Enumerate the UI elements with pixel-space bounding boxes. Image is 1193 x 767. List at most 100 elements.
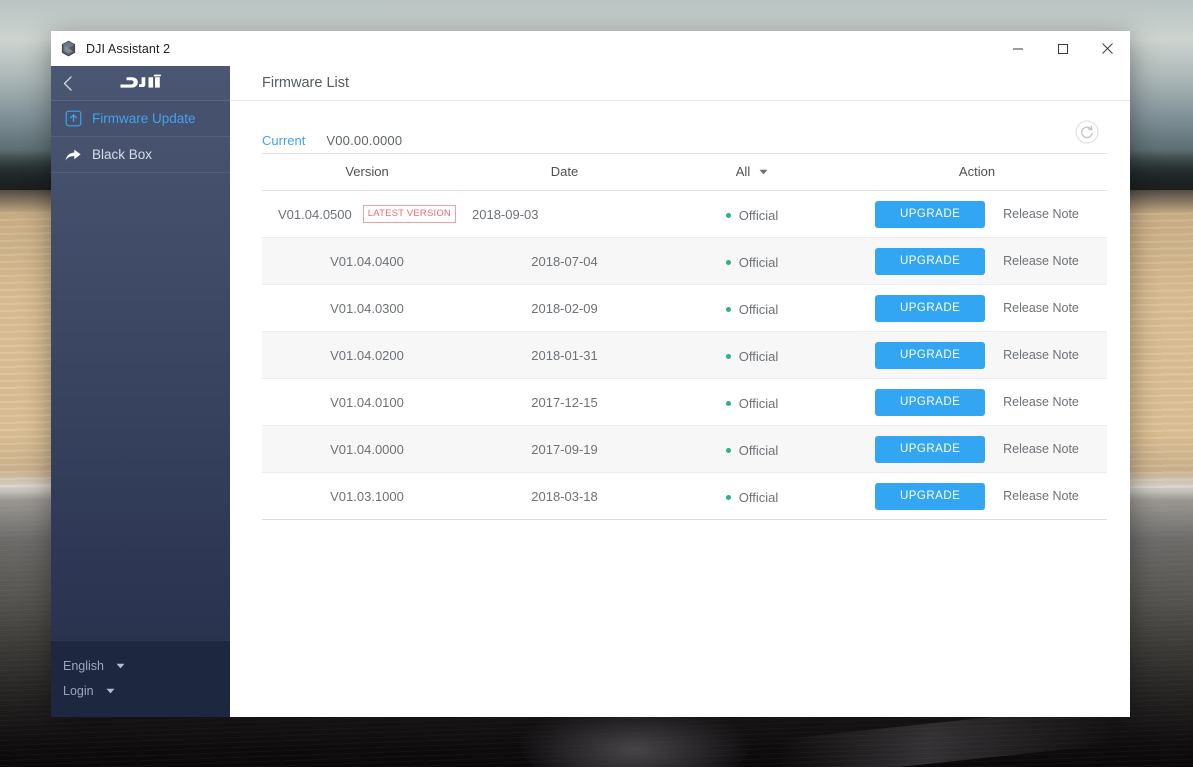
table-row: V01.04.01002017-12-15 Official UPGRADE Rele… xyxy=(262,379,1107,426)
latest-version-badge: LATEST VERSION xyxy=(363,205,456,223)
upgrade-button[interactable]: UPGRADE xyxy=(875,342,985,369)
cell-date: 2018-02-09 xyxy=(472,285,657,332)
dji-polyhedron-icon xyxy=(60,40,77,57)
release-note-link[interactable]: Release Note xyxy=(1003,301,1079,315)
status-text: Official xyxy=(739,443,779,458)
status-dot-icon xyxy=(726,260,731,265)
caret-down-icon xyxy=(116,663,125,669)
status-text: Official xyxy=(739,490,779,505)
cell-version: V01.04.0300 xyxy=(262,285,472,332)
cell-date: 2017-12-15 xyxy=(472,379,657,426)
maximize-icon xyxy=(1057,43,1069,55)
share-arrow-icon xyxy=(63,145,83,165)
column-header-version: Version xyxy=(262,154,472,191)
table-header-row: Version Date All xyxy=(262,154,1107,191)
current-version-value: V00.00.0000 xyxy=(326,133,402,148)
sidebar-footer: English Login xyxy=(51,640,230,717)
version-text: V01.04.0000 xyxy=(330,442,404,457)
back-button[interactable] xyxy=(51,66,85,101)
version-text: V01.04.0400 xyxy=(330,254,404,269)
cell-status: Official xyxy=(657,473,847,520)
release-note-link[interactable]: Release Note xyxy=(1003,489,1079,503)
upgrade-button[interactable]: UPGRADE xyxy=(875,389,985,416)
window-controls xyxy=(995,31,1130,66)
minimize-icon xyxy=(1012,43,1024,55)
current-version-row: Current V00.00.0000 xyxy=(262,101,1098,137)
page-title: Firmware List xyxy=(262,75,349,91)
cell-version: V01.04.0200 xyxy=(262,332,472,379)
current-label: Current xyxy=(262,133,305,148)
column-header-status-filter[interactable]: All xyxy=(657,154,847,191)
version-text: V01.04.0500 xyxy=(278,207,352,222)
release-note-link[interactable]: Release Note xyxy=(1003,442,1079,456)
chevron-left-icon xyxy=(62,75,75,92)
login-label: Login xyxy=(63,684,94,698)
table-header: Version Date All xyxy=(262,154,1107,191)
cell-version: V01.04.0100 xyxy=(262,379,472,426)
status-dot-icon xyxy=(726,354,731,359)
table-row: V01.04.0400 2018-07-04 Official UPGRADE Rele… xyxy=(262,238,1107,285)
status-filter-label: All xyxy=(736,164,750,179)
version-text: V01.04.0200 xyxy=(330,348,404,363)
cell-action: UPGRADE Release Note xyxy=(847,285,1107,332)
sidebar-item-label: Black Box xyxy=(92,147,152,162)
column-header-date: Date xyxy=(472,154,657,191)
upgrade-button[interactable]: UPGRADE xyxy=(875,248,985,275)
close-button[interactable] xyxy=(1085,31,1130,66)
sidebar-item-firmware-update[interactable]: Firmware Update xyxy=(51,101,230,137)
language-label: English xyxy=(63,659,104,673)
cell-action: UPGRADE Release Note xyxy=(847,379,1107,426)
caret-down-icon xyxy=(759,169,768,175)
status-dot-icon xyxy=(726,307,731,312)
cell-date: 2018-01-31 xyxy=(472,332,657,379)
cell-date: 2018-03-18 xyxy=(472,473,657,520)
sidebar-item-label: Firmware Update xyxy=(92,111,196,126)
cell-status: Official xyxy=(657,332,847,379)
page-title-bar: Firmware List xyxy=(230,66,1130,101)
table-row: V01.04.03002018-02-09OfficialUPGRADERele… xyxy=(262,285,1107,332)
release-note-link[interactable]: Release Note xyxy=(1003,207,1079,221)
upgrade-button[interactable]: UPGRADE xyxy=(875,295,985,322)
cell-version: V01.04.0400 xyxy=(262,238,472,285)
refresh-button[interactable] xyxy=(1074,119,1100,145)
refresh-icon xyxy=(1075,120,1099,144)
cell-status: Official xyxy=(657,238,847,285)
cell-date: 2018-07-04 xyxy=(472,238,657,285)
column-header-action: Action xyxy=(847,154,1107,191)
sidebar-header xyxy=(51,66,230,101)
cell-version: V01.04.0000 xyxy=(262,426,472,473)
cell-status: Official xyxy=(657,426,847,473)
close-icon xyxy=(1101,42,1114,55)
upgrade-button[interactable]: UPGRADE xyxy=(875,201,985,228)
main-panel: Firmware List Current V00.00.0000 xyxy=(230,66,1130,717)
upgrade-button[interactable]: UPGRADE xyxy=(875,436,985,463)
status-dot-icon xyxy=(726,448,731,453)
firmware-list-content: Current V00.00.0000 Version Date All xyxy=(230,101,1130,717)
login-selector[interactable]: Login xyxy=(63,678,230,703)
sidebar-item-black-box[interactable]: Black Box xyxy=(51,137,230,173)
maximize-button[interactable] xyxy=(1040,31,1085,66)
caret-down-icon xyxy=(106,688,115,694)
status-text: Official xyxy=(739,396,779,411)
dji-assistant-window: DJI Assistant 2 xyxy=(51,31,1130,717)
cell-status: Official xyxy=(657,191,847,238)
release-note-link[interactable]: Release Note xyxy=(1003,395,1079,409)
title-bar: DJI Assistant 2 xyxy=(51,31,1130,66)
cell-action: UPGRADE Release Note xyxy=(847,191,1107,238)
release-note-link[interactable]: Release Note xyxy=(1003,254,1079,268)
cell-action: UPGRADE Release Note xyxy=(847,332,1107,379)
upgrade-button[interactable]: UPGRADE xyxy=(875,483,985,510)
cell-date: 2018-09-03 xyxy=(472,191,657,238)
release-note-link[interactable]: Release Note xyxy=(1003,348,1079,362)
status-text: Official xyxy=(739,255,779,270)
table-row: V01.04.0500 LATEST VERSION 2018-09-03 Offic… xyxy=(262,191,1107,238)
language-selector[interactable]: English xyxy=(63,653,230,678)
status-text: Official xyxy=(739,349,779,364)
status-text: Official xyxy=(739,208,779,223)
cell-action: UPGRADE Release Note xyxy=(847,426,1107,473)
minimize-button[interactable] xyxy=(995,31,1040,66)
firmware-upload-icon xyxy=(63,109,83,129)
status-dot-icon xyxy=(726,495,731,500)
table-row: V01.03.10002018-03-18OfficialUPGRADERele… xyxy=(262,473,1107,520)
window-title: DJI Assistant 2 xyxy=(86,42,170,56)
